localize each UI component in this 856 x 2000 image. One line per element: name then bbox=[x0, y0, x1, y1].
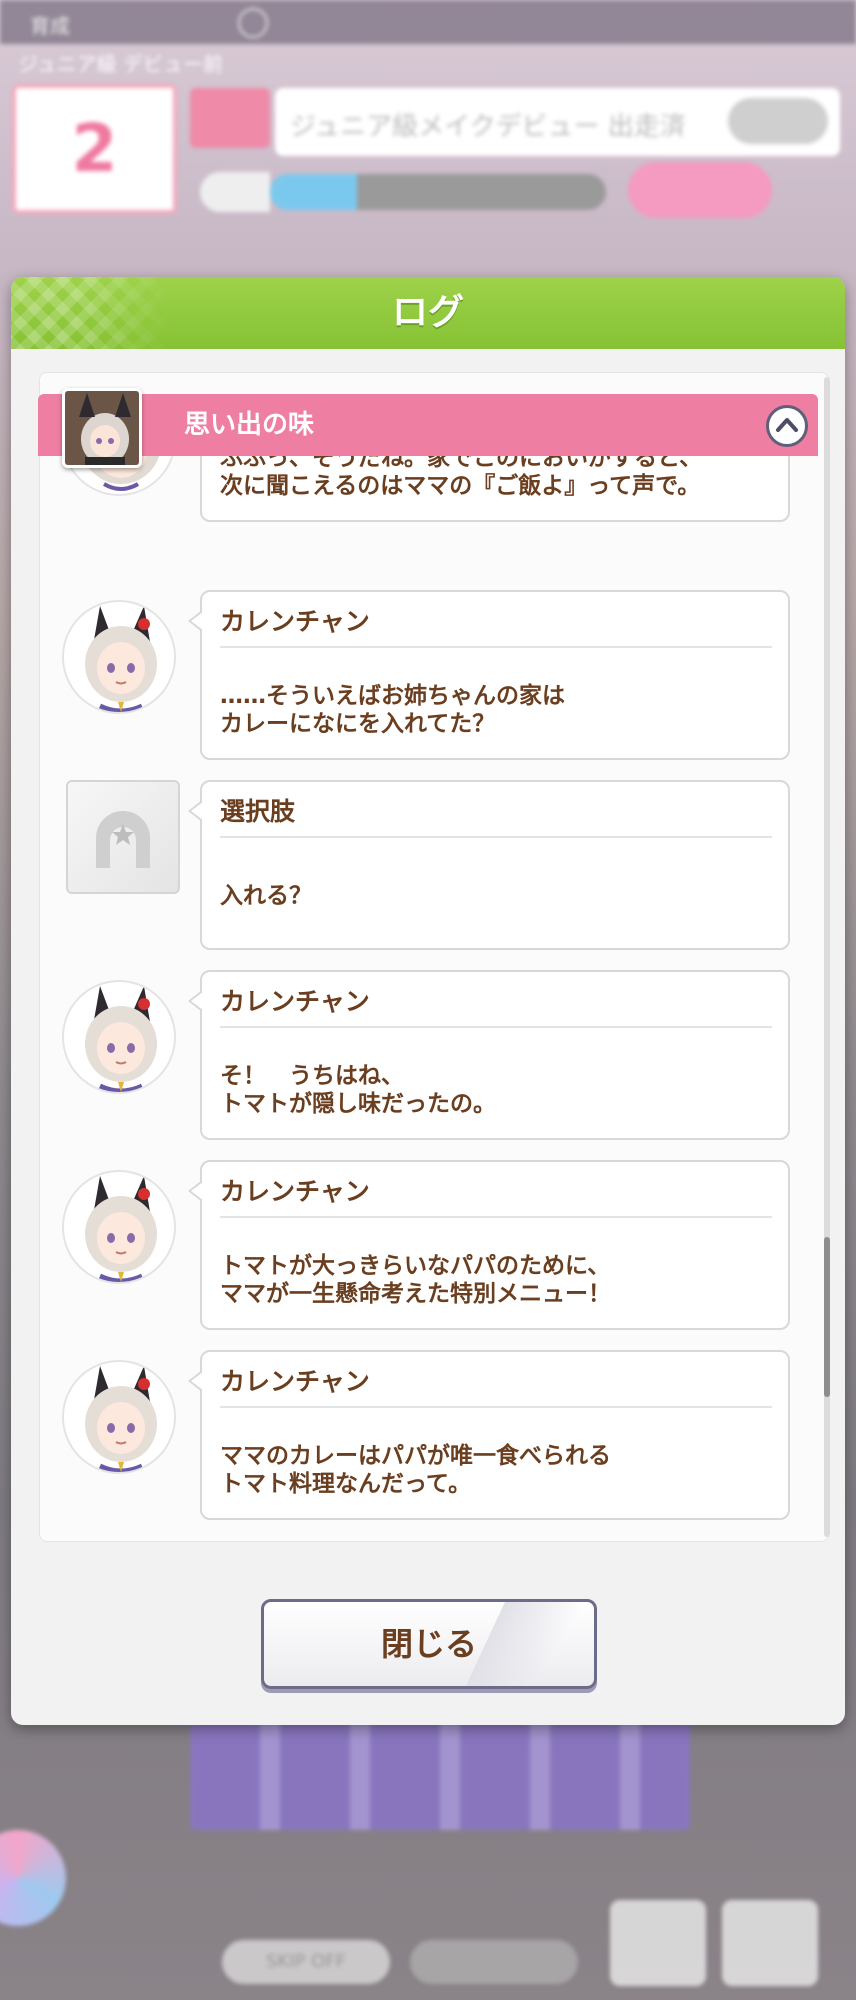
background-hud: 育成 ジュニア級 デビュー前 2 ジュニア級メイクデビュー 出走済 bbox=[0, 0, 856, 280]
speaker-name: カレンチャン bbox=[220, 1177, 370, 1206]
background-pink-button bbox=[628, 162, 772, 218]
background-floor bbox=[190, 1720, 690, 1830]
character-portrait-icon bbox=[62, 600, 176, 714]
bubble-tail bbox=[188, 800, 203, 822]
bubble-tail bbox=[188, 990, 203, 1012]
log-entry-choice: 選択肢 入れる？ bbox=[28, 780, 818, 950]
stamina-bar bbox=[270, 174, 606, 210]
bubble-tail bbox=[188, 1370, 203, 1392]
speaker-name: カレンチャン bbox=[220, 607, 370, 636]
horseshoe-icon bbox=[66, 780, 180, 894]
dialog-header: ログ bbox=[11, 277, 845, 349]
message-text: ……そういえばお姉ちゃんの家は カレーになにを入れてた？ bbox=[220, 683, 565, 737]
stamina-label bbox=[200, 172, 270, 212]
scrollbar-thumb[interactable] bbox=[824, 1237, 830, 1397]
background-subtitle: ジュニア級 デビュー前 bbox=[18, 52, 223, 76]
character-portrait-icon bbox=[62, 1360, 176, 1474]
message-text: トマトが大っきらいなパパのために、 ママが一生懸命考えた特別メニュー！ bbox=[220, 1253, 611, 1307]
message-bubble: カレンチャン ……そういえばお姉ちゃんの家は カレーになにを入れてた？ bbox=[188, 590, 790, 760]
goal-chip bbox=[190, 88, 270, 148]
turn-number: 2 bbox=[71, 110, 118, 187]
log-entry: カレンチャン トマトが大っきらいなパパのために、 ママが一生懸命考えた特別メニュ… bbox=[28, 1160, 818, 1330]
log-entry: カレンチャン ママのカレーはパパが唯一食べられる トマト料理なんだって。 bbox=[28, 1350, 818, 1520]
chapter-header[interactable]: 思い出の味 bbox=[38, 394, 818, 456]
skip-toggle: SKIP OFF bbox=[222, 1940, 390, 1984]
chapter-thumbnail bbox=[62, 388, 142, 468]
background-bottom: SKIP OFF bbox=[0, 1720, 856, 2000]
background-top-strip bbox=[0, 0, 856, 44]
message-bubble: カレンチャン ママのカレーはパパが唯一食べられる トマト料理なんだって。 bbox=[188, 1350, 790, 1520]
chevron-up-icon[interactable] bbox=[766, 405, 808, 447]
background-round-button bbox=[0, 1830, 66, 1926]
divider bbox=[220, 1216, 772, 1218]
turn-card: 2 bbox=[12, 84, 177, 214]
info-icon bbox=[238, 8, 268, 38]
message-bubble: 選択肢 入れる？ bbox=[188, 780, 790, 950]
menu-icon bbox=[722, 1900, 818, 1986]
message-bubble: カレンチャン そ！ うちはね、 トマトが隠し味だったの。 bbox=[188, 970, 790, 1140]
close-button[interactable]: 閉じる bbox=[261, 1599, 597, 1689]
divider bbox=[220, 1406, 772, 1408]
message-bubble: カレンチャン トマトが大っきらいなパパのために、 ママが一生懸命考えた特別メニュ… bbox=[188, 1160, 790, 1330]
divider bbox=[220, 646, 772, 648]
character-portrait-icon bbox=[62, 1170, 176, 1284]
log-entry: カレンチャン そ！ うちはね、 トマトが隠し味だったの。 bbox=[28, 970, 818, 1140]
message-text: ふふっ、そうだね。家でこのにおいがすると、 次に聞こえるのはママの『ご飯よ』って… bbox=[220, 456, 703, 499]
close-button-label: 閉じる bbox=[380, 1626, 477, 1662]
speaker-name: カレンチャン bbox=[220, 987, 370, 1016]
auto-toggle bbox=[410, 1940, 578, 1984]
scrollbar[interactable] bbox=[824, 377, 830, 1537]
speaker-name: カレンチャン bbox=[220, 1367, 370, 1396]
divider bbox=[220, 1026, 772, 1028]
log-entries: ふふっ、そうだね。家でこのにおいがすると、 次に聞こえるのはママの『ご飯よ』って… bbox=[28, 456, 818, 1530]
dialog-title: ログ bbox=[391, 292, 464, 333]
speaker-name: 選択肢 bbox=[220, 797, 296, 826]
bubble-tail bbox=[188, 1180, 203, 1202]
background-top-label: 育成 bbox=[30, 14, 70, 38]
message-text: ママのカレーはパパが唯一食べられる トマト料理なんだって。 bbox=[220, 1443, 611, 1497]
message-text: そ！ うちはね、 トマトが隠し味だったの。 bbox=[220, 1063, 496, 1117]
goal-text: ジュニア級メイクデビュー 出走済 bbox=[290, 112, 686, 142]
chapter-title: 思い出の味 bbox=[184, 410, 315, 440]
divider bbox=[220, 836, 772, 838]
character-portrait-icon bbox=[62, 980, 176, 1094]
log-button bbox=[610, 1900, 706, 1986]
goal-detail-button bbox=[728, 98, 828, 144]
stamina-fill bbox=[270, 174, 357, 210]
log-entry: ふふっ、そうだね。家でこのにおいがすると、 次に聞こえるのはママの『ご飯よ』って… bbox=[28, 456, 818, 522]
message-text: 入れる？ bbox=[220, 883, 312, 909]
bubble-tail bbox=[188, 610, 203, 632]
message-bubble: ふふっ、そうだね。家でこのにおいがすると、 次に聞こえるのはママの『ご飯よ』って… bbox=[200, 456, 790, 522]
log-entry: カレンチャン ……そういえばお姉ちゃんの家は カレーになにを入れてた？ bbox=[28, 590, 818, 760]
